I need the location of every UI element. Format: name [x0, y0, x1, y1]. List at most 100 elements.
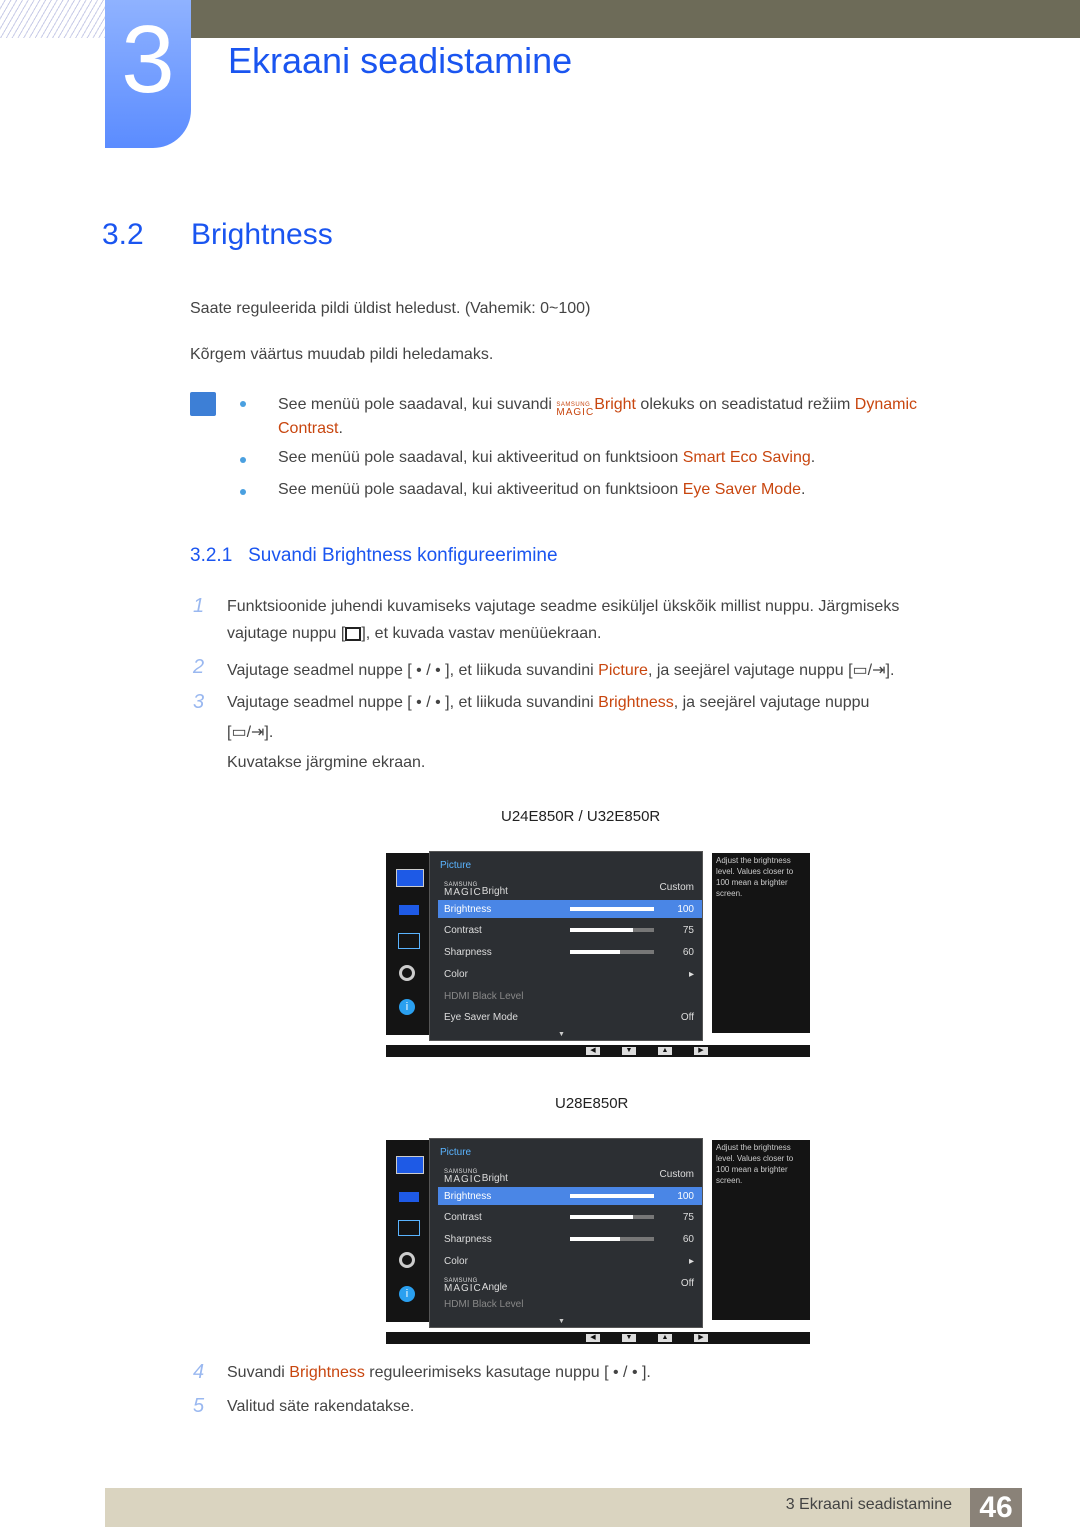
- osd-help-text: Adjust the brightness level. Values clos…: [712, 853, 810, 1033]
- chapter-number: 3: [121, 6, 175, 113]
- step-text: Funktsioonide juhendi kuvamiseks vajutag…: [227, 598, 900, 615]
- osd-screen: i Picture SAMSUNG MAGIC Bright Custom Brightne…: [386, 851, 810, 1057]
- info-icon: i: [399, 1286, 415, 1302]
- osd-menu-title: Picture: [440, 1147, 472, 1158]
- step-number: 2: [193, 656, 205, 678]
- step-text: Suvandi Brightness reguleerimiseks kasut…: [227, 1364, 651, 1381]
- osd-screen: i Picture SAMSUNG MAGIC Bright Custom Brightne…: [386, 1138, 810, 1344]
- note-item: See menüü pole saadaval, kui aktiveeritu…: [278, 449, 816, 466]
- header-bar: [190, 0, 1080, 38]
- step-text: [▭/⇥].: [227, 724, 274, 741]
- size-position-icon: [398, 933, 420, 949]
- info-icon: i: [399, 999, 415, 1015]
- level-bar: [570, 1215, 654, 1220]
- up-arrow-button[interactable]: ▲: [658, 1047, 672, 1055]
- osd-item-value: ▸: [688, 968, 694, 980]
- osd-menu-item[interactable]: Brightness 100: [438, 899, 702, 918]
- level-bar-fill: [570, 950, 621, 955]
- note-icon: [190, 392, 216, 416]
- right-arrow-button[interactable]: ▶: [694, 1334, 708, 1342]
- step-number: 1: [193, 595, 205, 617]
- step-number: 4: [193, 1361, 205, 1383]
- header-hatch: [0, 0, 105, 38]
- osd-menu-item[interactable]: Eye Saver Mode Off: [438, 1008, 702, 1026]
- osd-menu-item[interactable]: Color ▸: [438, 1252, 702, 1270]
- model-label: U24E850R / U32E850R: [501, 808, 661, 825]
- osd-item-value: 60: [682, 947, 694, 959]
- step-text: Valitud säte rakendatakse.: [227, 1398, 415, 1415]
- menu-button-icon: [345, 626, 362, 641]
- osd-menu-item[interactable]: Contrast 75: [438, 1208, 702, 1226]
- bullet-icon: [240, 401, 246, 407]
- level-bar-fill: [570, 906, 654, 911]
- osd-menu-item[interactable]: SAMSUNG MAGIC Bright Custom: [438, 1165, 702, 1185]
- section-title: Brightness: [191, 218, 333, 251]
- subsection-heading: 3.2.1 Suvandi Brightness konfigureerimin…: [190, 545, 558, 566]
- down-arrow-button[interactable]: ▼: [622, 1334, 636, 1342]
- osd-menu-item[interactable]: Color ▸: [438, 965, 702, 983]
- step-number: 3: [193, 691, 205, 713]
- osd-menu-title: Picture: [440, 860, 472, 871]
- osd-menu: Picture SAMSUNG MAGIC Bright Custom Brightnes…: [429, 851, 703, 1041]
- bullet-icon: [240, 489, 246, 495]
- step-text: vajutage nuppu [], et kuvada vastav menü…: [227, 625, 602, 642]
- left-arrow-button[interactable]: ◀: [586, 1334, 600, 1342]
- osd-item-value: Custom: [659, 882, 694, 893]
- osd-sidebar: i: [386, 1140, 432, 1322]
- magic-logo: SAMSUNG MAGIC: [444, 1169, 482, 1185]
- osd-item-value: Off: [680, 1277, 694, 1289]
- step-number: 5: [193, 1395, 205, 1417]
- level-bar: [570, 928, 654, 933]
- osd-item-value: Custom: [659, 1169, 694, 1180]
- page-footer: 3 Ekraani seadistamine 46: [105, 1488, 1022, 1527]
- level-bar: [570, 1237, 654, 1242]
- down-arrow-button[interactable]: ▼: [622, 1047, 636, 1055]
- intro-line: Kõrgem väärtus muudab pildi heledamaks.: [190, 346, 494, 363]
- level-bar-fill: [570, 928, 633, 933]
- chapter-title: Ekraani seadistamine: [228, 40, 573, 81]
- osd-item-value: ▸: [688, 1255, 694, 1267]
- osd-menu-item[interactable]: SAMSUNG MAGIC Angle Off: [438, 1274, 702, 1294]
- scroll-down-icon: ▼: [558, 1031, 565, 1038]
- color-icon: [399, 1192, 419, 1202]
- osd-menu-item[interactable]: Brightness 100: [438, 1186, 702, 1205]
- osd-menu-item[interactable]: Sharpness 60: [438, 943, 702, 961]
- note-item: See menüü pole saadaval, kui aktiveeritu…: [278, 481, 806, 498]
- size-position-icon: [398, 1220, 420, 1236]
- level-bar-fill: [570, 1215, 633, 1220]
- bullet-icon: [240, 457, 246, 463]
- level-bar: [570, 906, 654, 911]
- osd-menu-item[interactable]: Contrast 75: [438, 921, 702, 939]
- scroll-down-icon: ▼: [558, 1318, 565, 1325]
- magic-logo: SAMSUNG MAGIC: [556, 402, 595, 418]
- osd-menu-item[interactable]: HDMI Black Level: [438, 987, 702, 1005]
- chapter-badge: 3: [105, 0, 191, 148]
- model-label: U28E850R: [555, 1095, 629, 1112]
- gear-icon: [399, 1252, 415, 1268]
- osd-nav-bar: ◀ ▼ ▲ ▶: [386, 1045, 810, 1057]
- osd-item-value: 100: [677, 1190, 694, 1202]
- osd-item-value: 75: [682, 1212, 694, 1224]
- step-text: Vajutage seadmel nuppe [ • / • ], et lii…: [227, 662, 895, 679]
- level-bar-fill: [570, 1237, 621, 1242]
- right-arrow-button[interactable]: ▶: [694, 1047, 708, 1055]
- up-arrow-button[interactable]: ▲: [658, 1334, 672, 1342]
- osd-menu-item[interactable]: SAMSUNG MAGIC Bright Custom: [438, 878, 702, 898]
- osd-sidebar: i: [386, 853, 432, 1035]
- magic-logo: SAMSUNG MAGIC: [444, 882, 482, 898]
- osd-nav-bar: ◀ ▼ ▲ ▶: [386, 1332, 810, 1344]
- monitor-icon: [396, 869, 424, 887]
- magic-logo: SAMSUNG MAGIC: [444, 1277, 482, 1294]
- level-bar-fill: [570, 1193, 654, 1198]
- osd-menu-item[interactable]: HDMI Black Level: [438, 1295, 702, 1313]
- osd-item-value: Off: [680, 1012, 694, 1024]
- page-number: 46: [970, 1488, 1022, 1527]
- osd-item-value: 60: [682, 1234, 694, 1246]
- osd-help-text: Adjust the brightness level. Values clos…: [712, 1140, 810, 1320]
- intro-line: Saate reguleerida pildi üldist heledust.…: [190, 300, 591, 317]
- osd-item-value: 100: [677, 903, 694, 915]
- osd-menu-item[interactable]: Sharpness 60: [438, 1230, 702, 1248]
- left-arrow-button[interactable]: ◀: [586, 1047, 600, 1055]
- level-bar: [570, 1193, 654, 1198]
- color-icon: [399, 905, 419, 915]
